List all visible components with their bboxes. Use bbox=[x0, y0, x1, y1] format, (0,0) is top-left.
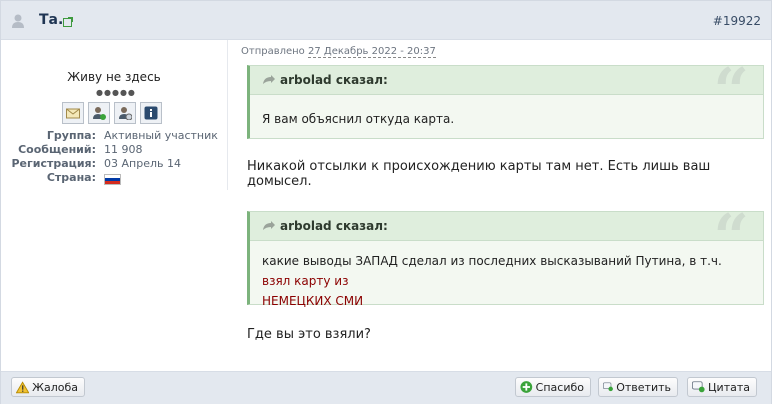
warning-icon bbox=[16, 380, 30, 393]
rating-pips: ●●●●● bbox=[96, 88, 136, 97]
quote-icon bbox=[263, 75, 275, 84]
member-info: Группа: Активный участник Сообщений: 11 … bbox=[1, 129, 227, 185]
quote-block: arbolad сказал: “ Я вам объяснил откуда … bbox=[247, 60, 764, 139]
quote-author: arbolad сказал: bbox=[280, 219, 388, 233]
report-button[interactable]: Жалоба bbox=[11, 377, 85, 397]
external-link-icon[interactable] bbox=[63, 17, 73, 27]
add-user-icon bbox=[93, 107, 106, 120]
quote-text: какие выводы ЗАПАД сделал из последних в… bbox=[262, 254, 722, 308]
plus-icon bbox=[520, 381, 533, 393]
post-content: Отправлено 27 Декабрь 2022 - 20:37 arbol… bbox=[241, 46, 764, 342]
reply-button[interactable]: Ответить bbox=[598, 377, 678, 397]
thanks-button[interactable]: Спасибо bbox=[515, 377, 591, 397]
post-paragraph: Где вы это взяли? bbox=[247, 327, 371, 342]
user-action-buttons bbox=[62, 102, 162, 124]
reply-icon bbox=[603, 382, 613, 392]
author-sidebar: Живу не здесь ●●●●● Группа: Активный уча… bbox=[1, 40, 228, 190]
quote-header: arbolad сказал: “ bbox=[250, 60, 763, 122]
quote-marks-icon: “ bbox=[713, 54, 749, 127]
quote-reply-button[interactable]: Цитата bbox=[687, 377, 757, 397]
quote-text: Я вам объяснил откуда карта. bbox=[262, 112, 455, 126]
info-icon bbox=[144, 106, 158, 120]
info-row-country: Страна: bbox=[1, 171, 227, 185]
user-icon bbox=[12, 14, 24, 28]
quote-marks-icon: “ bbox=[713, 200, 749, 273]
info-row-group: Группа: Активный участник bbox=[46, 129, 218, 142]
posted-date: Отправлено 27 Декабрь 2022 - 20:37 bbox=[241, 46, 436, 58]
post-paragraph: Никакой отсылки к происхождению карты та… bbox=[247, 159, 711, 189]
post-header: Та. #19922 bbox=[1, 1, 771, 40]
quote-block: arbolad сказал: “ какие выводы ЗАПАД сде… bbox=[247, 206, 764, 308]
author-name[interactable]: Та. bbox=[39, 12, 63, 28]
quote-reply-icon bbox=[692, 381, 705, 393]
member-status: Живу не здесь bbox=[67, 70, 161, 84]
forum-post: Та. #19922 Живу не здесь ●●●●● Группа: А… bbox=[0, 0, 772, 404]
quote-icon bbox=[263, 221, 275, 230]
post-footer: Жалоба Спасибо Ответить Цитата bbox=[1, 371, 771, 404]
post-number[interactable]: #19922 bbox=[713, 14, 761, 28]
ignore-user-button[interactable] bbox=[114, 102, 136, 124]
quote-header: arbolad сказал: “ bbox=[250, 206, 763, 268]
country-flag bbox=[104, 174, 121, 185]
user-info-button[interactable] bbox=[140, 102, 162, 124]
info-row-registered: Регистрация: 03 Апрель 14 bbox=[11, 157, 181, 170]
send-message-button[interactable] bbox=[62, 102, 84, 124]
envelope-icon bbox=[66, 108, 80, 119]
user-icon bbox=[119, 107, 132, 120]
quote-author: arbolad сказал: bbox=[280, 73, 388, 87]
info-row-posts: Сообщений: 11 908 bbox=[18, 143, 143, 156]
add-friend-button[interactable] bbox=[88, 102, 110, 124]
